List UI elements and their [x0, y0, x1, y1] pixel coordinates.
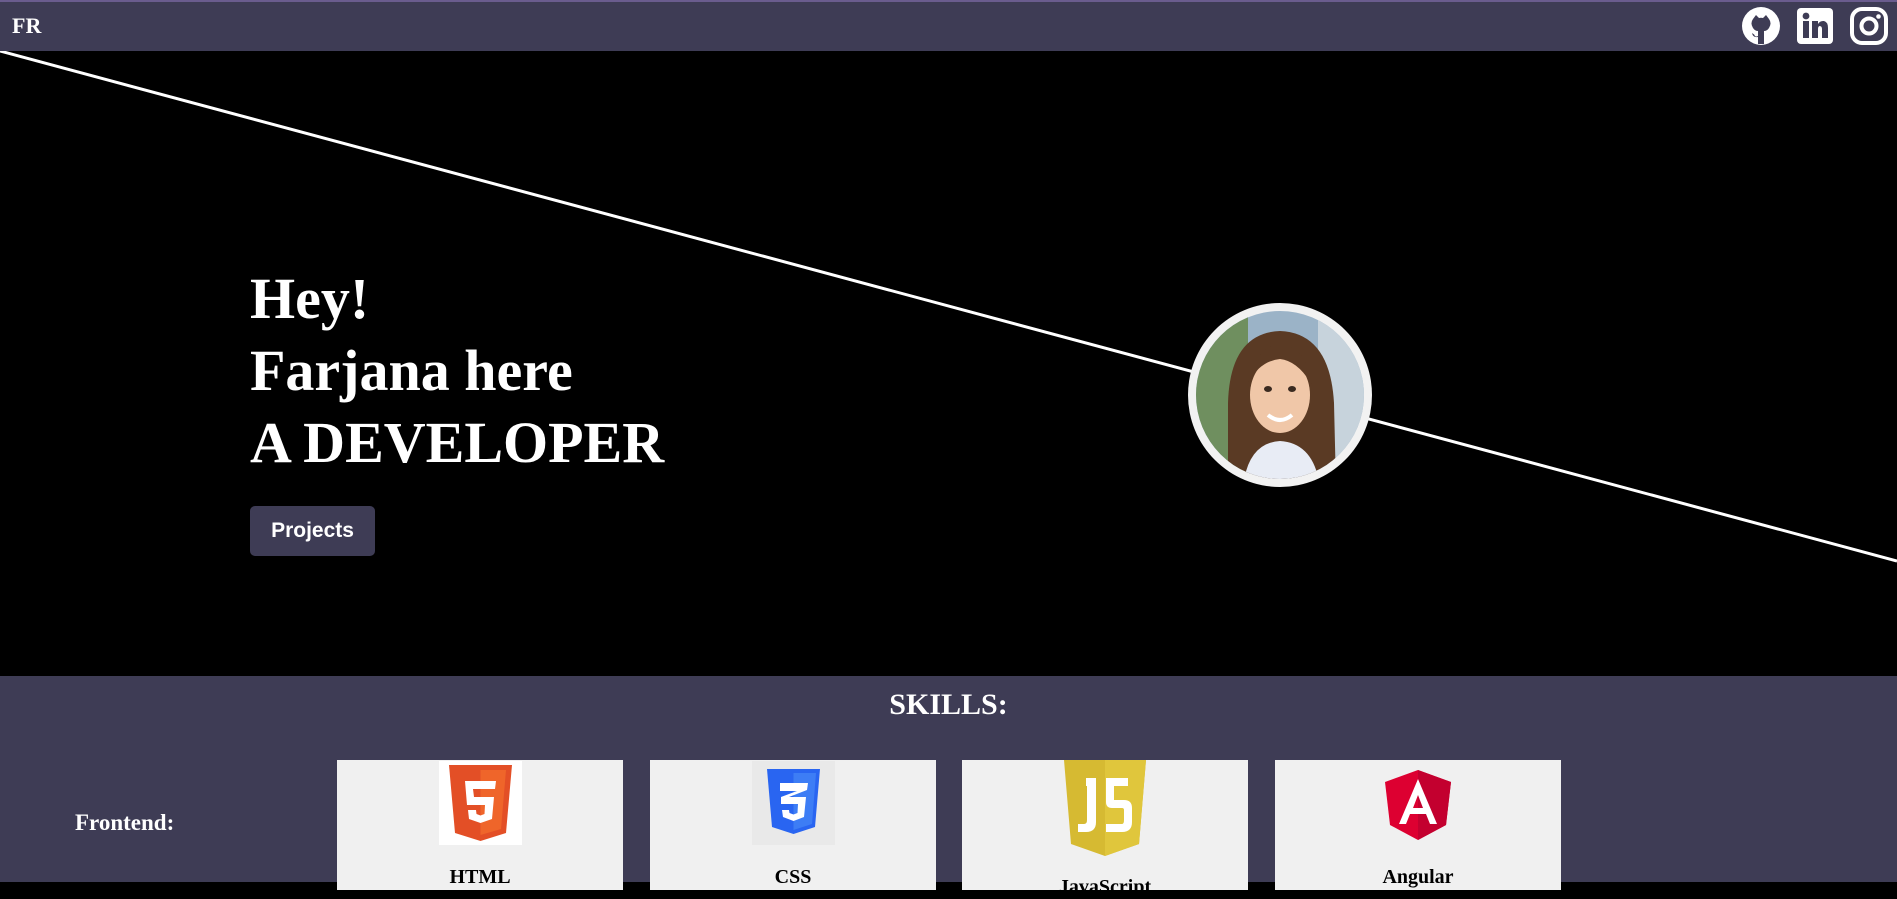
instagram-icon[interactable]: [1849, 6, 1889, 46]
css3-icon: [752, 761, 835, 845]
html5-icon: [439, 761, 522, 845]
skill-card-html: HTML: [337, 760, 623, 890]
skill-name-javascript: JavaScript: [1058, 876, 1152, 898]
javascript-icon: [1064, 760, 1146, 856]
greeting-line: Hey!: [250, 266, 370, 331]
projects-button[interactable]: Projects: [250, 506, 375, 556]
site-logo[interactable]: FR: [12, 13, 41, 39]
skill-card-angular: Angular: [1275, 760, 1561, 890]
linkedin-icon[interactable]: [1795, 6, 1835, 46]
skill-card-javascript: JavaScript: [962, 760, 1248, 898]
hero-intro: Hey! Farjana here A DEVELOPER: [250, 263, 664, 479]
skill-name-angular: Angular: [1382, 866, 1454, 888]
profile-avatar: [1188, 303, 1372, 487]
skills-title: SKILLS:: [889, 688, 1008, 721]
top-navbar: FR: [0, 0, 1897, 51]
name-line: Farjana here: [250, 338, 573, 403]
skills-section: SKILLS: Frontend: HTML CSS JavaScript An…: [0, 676, 1897, 898]
github-icon[interactable]: [1741, 6, 1781, 46]
skill-name-html: HTML: [449, 866, 511, 888]
frontend-label: Frontend:: [75, 810, 175, 835]
social-links: [1741, 6, 1889, 46]
role-line: A DEVELOPER: [250, 410, 665, 475]
skill-name-css: CSS: [774, 866, 812, 888]
angular-icon: [1385, 770, 1451, 840]
skill-card-css: CSS: [650, 760, 936, 890]
hero-section: Hey! Farjana here A DEVELOPER Projects: [0, 51, 1897, 676]
